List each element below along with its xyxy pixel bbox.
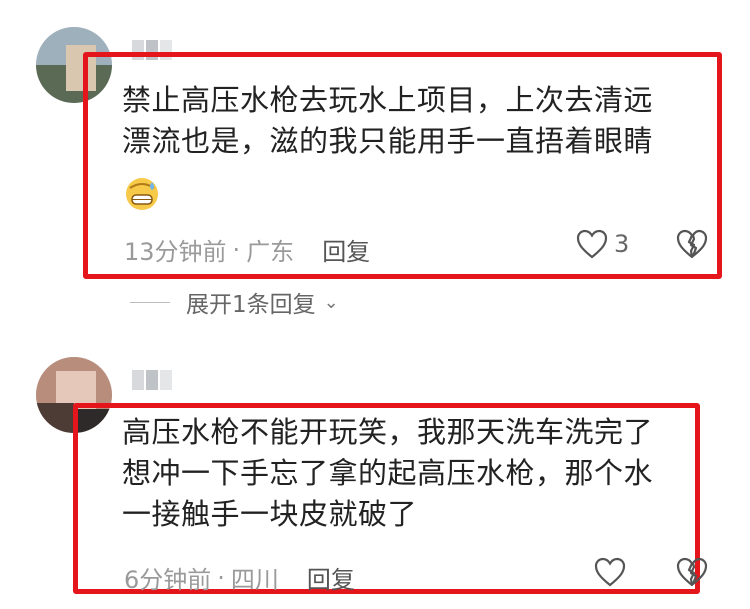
comment-location: 广东	[246, 238, 295, 266]
comment-line: 漂流也是，滋的我只能用手一直捂着眼睛	[122, 124, 654, 158]
reply-button[interactable]: 回复	[322, 232, 370, 267]
divider	[130, 301, 170, 303]
comment-line: 想冲一下手忘了拿的起高压水枪，那个水	[122, 456, 654, 490]
comment-time: 6分钟前	[124, 566, 212, 594]
meta-separator: ·	[232, 235, 241, 264]
grimacing-sweat-emoji	[126, 178, 158, 210]
comment-line: 一接触手一块皮就破了	[122, 497, 418, 531]
heart-icon[interactable]	[576, 229, 608, 259]
expand-replies[interactable]: 展开1条回复 ⌄	[130, 285, 339, 319]
broken-heart-icon[interactable]	[676, 229, 708, 259]
comment-line: 禁止高压水枪去玩水上项目，上次去清远	[122, 83, 654, 117]
chevron-down-icon: ⌄	[323, 291, 339, 313]
comment-text: 高压水枪不能开玩笑，我那天洗车洗完了 想冲一下手忘了拿的起高压水枪，那个水 一接…	[122, 412, 653, 535]
comment-text: 禁止高压水枪去玩水上项目，上次去清远 漂流也是，滋的我只能用手一直捂着眼睛	[122, 80, 653, 162]
heart-icon[interactable]	[594, 557, 626, 587]
reply-button[interactable]: 回复	[307, 560, 355, 595]
comment-time: 13分钟前	[124, 238, 227, 266]
username-blurred[interactable]	[132, 370, 172, 390]
broken-heart-icon[interactable]	[676, 557, 708, 587]
like-count: 3	[614, 230, 630, 258]
expand-replies-label: 展开1条回复	[186, 292, 316, 318]
meta-separator: ·	[217, 563, 225, 592]
comment-meta: 6分钟前 · 四川 回复	[124, 560, 355, 595]
comment-location: 四川	[230, 566, 279, 594]
comment-meta: 13分钟前 · 广东 回复	[124, 232, 370, 267]
comment-line: 高压水枪不能开玩笑，我那天洗车洗完了	[122, 415, 654, 449]
